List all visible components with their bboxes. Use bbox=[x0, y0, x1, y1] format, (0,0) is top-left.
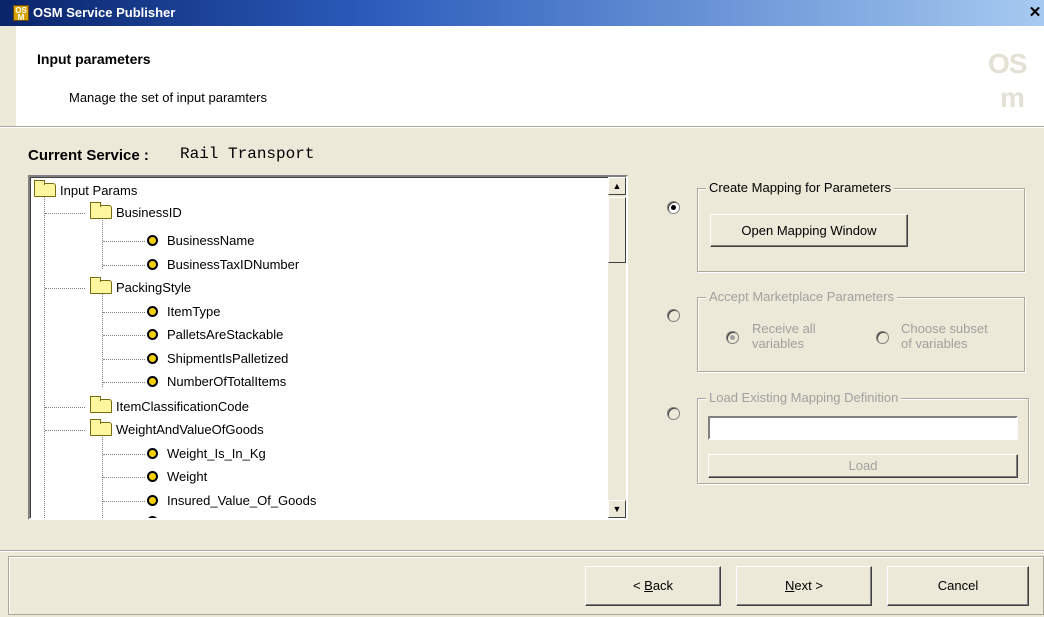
folder-icon bbox=[34, 180, 56, 197]
osm-logo: OS m bbox=[988, 48, 1038, 114]
tree-leaf-clipped bbox=[147, 512, 167, 518]
parameter-icon bbox=[147, 259, 158, 270]
current-service-value: Rail Transport bbox=[180, 145, 315, 163]
next-button[interactable]: Next > bbox=[736, 566, 872, 606]
open-mapping-window-button[interactable]: Open Mapping Window bbox=[710, 214, 908, 247]
accept-marketplace-legend: Accept Marketplace Parameters bbox=[706, 289, 897, 305]
logo-text-bottom: m bbox=[1000, 82, 1025, 113]
create-mapping-radio[interactable] bbox=[667, 201, 680, 214]
tree-leaf[interactable]: NumberOfTotalItems bbox=[147, 372, 286, 392]
folder-icon bbox=[90, 396, 112, 413]
create-mapping-legend: Create Mapping for Parameters bbox=[706, 180, 895, 196]
tree-group[interactable]: BusinessID bbox=[90, 202, 182, 223]
tree-group[interactable]: PackingStyle bbox=[90, 277, 191, 298]
scroll-up-icon[interactable]: ▲ bbox=[608, 177, 626, 195]
accept-marketplace-group: Accept Marketplace Parameters Receive al… bbox=[697, 289, 1025, 372]
tree-scrollbar[interactable]: ▲ ▼ bbox=[608, 177, 626, 518]
parameter-icon bbox=[147, 495, 158, 506]
choose-subset-label: Choose subset of variables bbox=[901, 321, 988, 351]
choose-subset-radio[interactable] bbox=[876, 331, 889, 344]
load-existing-legend: Load Existing Mapping Definition bbox=[706, 390, 902, 406]
tree-leaf[interactable]: Insured_Value_Of_Goods bbox=[147, 491, 316, 511]
scroll-thumb[interactable] bbox=[608, 197, 626, 263]
back-button[interactable]: < Back bbox=[585, 566, 721, 606]
header-separator bbox=[0, 126, 1044, 128]
folder-icon bbox=[90, 202, 112, 219]
mapping-definition-input[interactable] bbox=[708, 416, 1018, 440]
accept-marketplace-radio[interactable] bbox=[667, 309, 680, 322]
tree-group[interactable]: WeightAndValueOfGoods bbox=[90, 419, 264, 440]
tree-canvas: Input Params BusinessID BusinessName Bus… bbox=[30, 177, 605, 518]
receive-all-label: Receive all variables bbox=[752, 321, 816, 351]
tree-group[interactable]: ItemClassificationCode bbox=[90, 396, 249, 417]
app-icon: OS M bbox=[13, 5, 29, 22]
folder-icon bbox=[90, 277, 112, 294]
parameter-icon bbox=[147, 353, 158, 364]
parameter-icon bbox=[147, 448, 158, 459]
parameter-icon bbox=[147, 306, 158, 317]
folder-icon bbox=[90, 419, 112, 436]
create-mapping-group: Create Mapping for Parameters Open Mappi… bbox=[697, 180, 1025, 272]
close-icon[interactable]: ✕ bbox=[1026, 4, 1044, 22]
tree-leaf[interactable]: ShipmentIsPalletized bbox=[147, 349, 288, 369]
cancel-button[interactable]: Cancel bbox=[887, 566, 1029, 606]
current-service-label: Current Service : bbox=[28, 147, 149, 164]
footer-separator bbox=[0, 550, 1044, 552]
page-subtitle: Manage the set of input paramters bbox=[69, 90, 268, 105]
scroll-down-icon[interactable]: ▼ bbox=[608, 500, 626, 518]
load-existing-radio[interactable] bbox=[667, 407, 680, 420]
load-button[interactable]: Load bbox=[708, 454, 1018, 478]
load-existing-group: Load Existing Mapping Definition Load bbox=[697, 390, 1029, 484]
tree-leaf[interactable]: BusinessTaxIDNumber bbox=[147, 255, 299, 275]
tree-leaf[interactable]: Weight_Is_In_Kg bbox=[147, 444, 266, 464]
wizard-header: Input parameters Manage the set of input… bbox=[16, 26, 1044, 126]
window-title: OSM Service Publisher bbox=[33, 5, 176, 20]
title-bar: OS M OSM Service Publisher ✕ bbox=[0, 0, 1044, 26]
receive-all-radio[interactable] bbox=[726, 331, 739, 344]
tree-root[interactable]: Input Params bbox=[34, 180, 137, 201]
parameter-icon bbox=[147, 376, 158, 387]
tree-leaf[interactable]: ItemType bbox=[147, 302, 220, 322]
parameter-icon bbox=[147, 516, 158, 518]
parameter-icon bbox=[147, 329, 158, 340]
page-title: Input parameters bbox=[37, 51, 151, 67]
tree-leaf[interactable]: BusinessName bbox=[147, 231, 254, 251]
tree-leaf[interactable]: Weight bbox=[147, 467, 207, 487]
input-params-tree[interactable]: Input Params BusinessID BusinessName Bus… bbox=[28, 175, 628, 520]
parameter-icon bbox=[147, 471, 158, 482]
tree-leaf[interactable]: PalletsAreStackable bbox=[147, 325, 283, 345]
parameter-icon bbox=[147, 235, 158, 246]
logo-text-top: OS bbox=[988, 48, 1027, 79]
